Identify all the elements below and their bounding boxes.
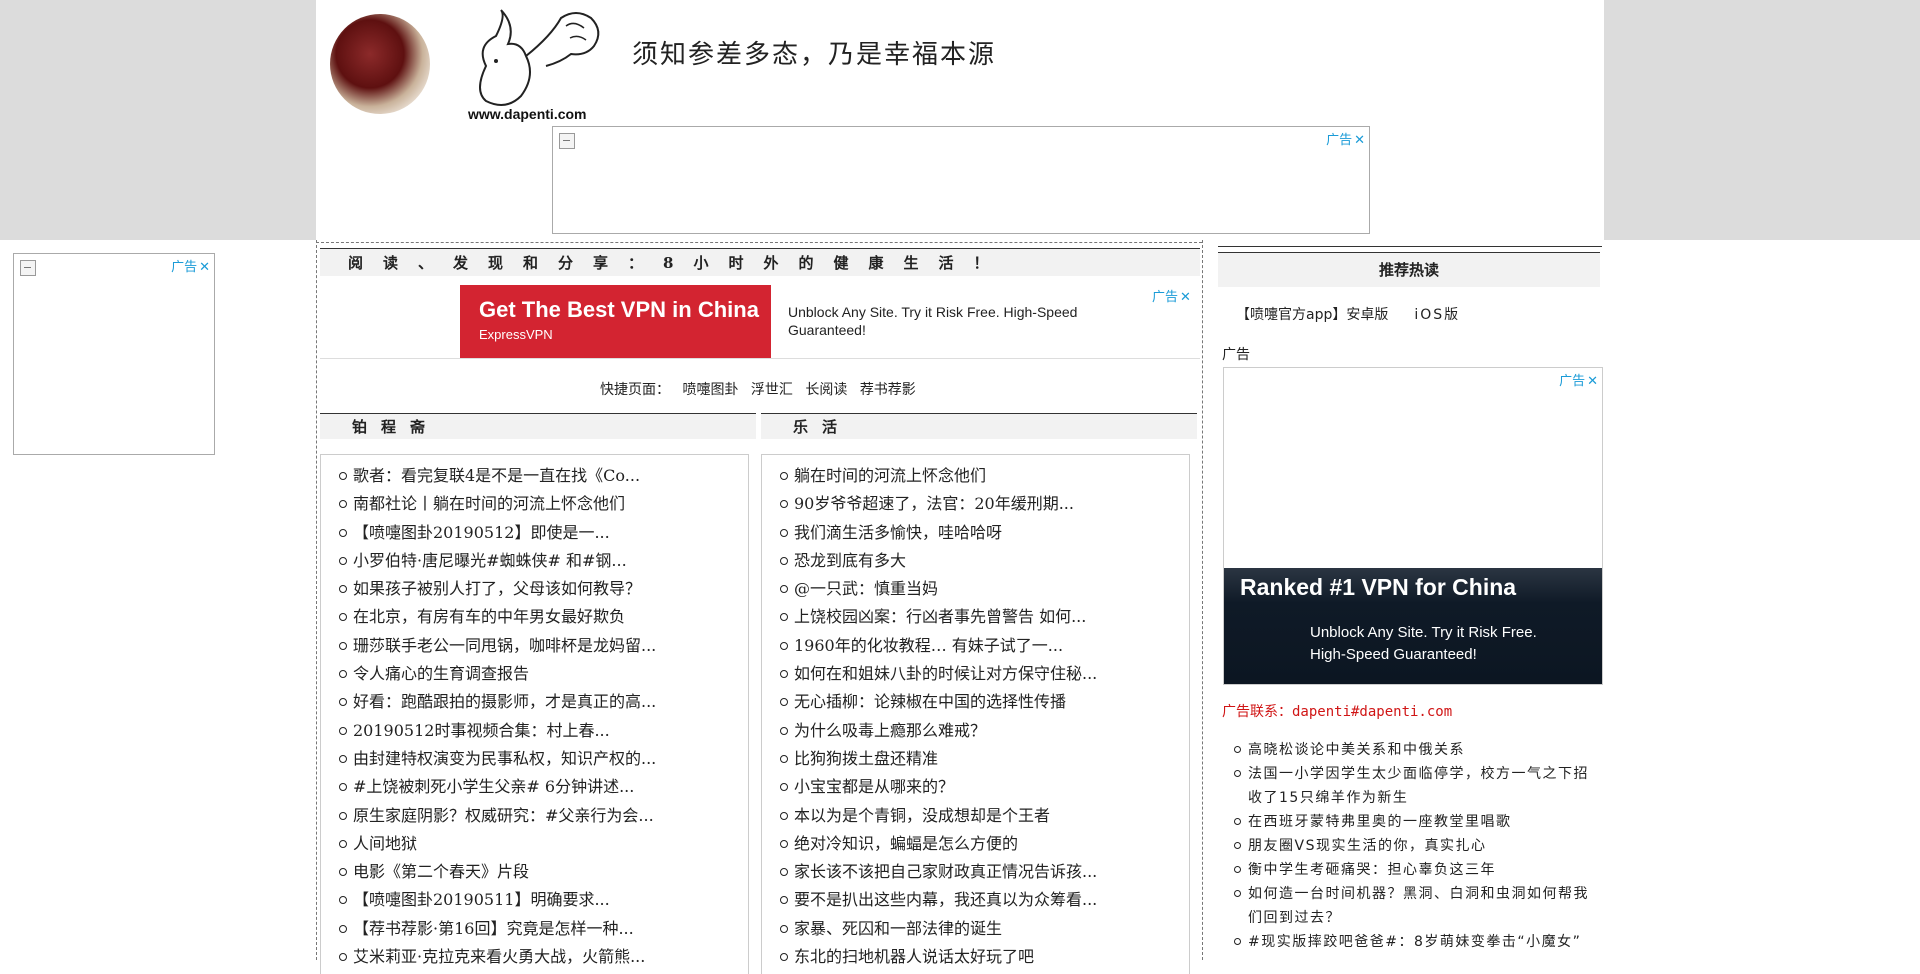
logo-teacup-image[interactable] xyxy=(330,14,430,114)
list-item[interactable]: 1960年的化妆教程… 有妹子试了一... xyxy=(778,632,1189,660)
ad-tag[interactable]: 广告 ✕ xyxy=(1326,129,1365,148)
right-article-list: 躺在时间的河流上怀念他们 90岁爷爷超速了，法官：20年缓刑期... 我们滴生活… xyxy=(761,454,1190,974)
ios-app-link[interactable]: iOS版 xyxy=(1414,307,1460,323)
list-item[interactable]: 人间地狱 xyxy=(337,830,748,858)
list-item[interactable]: 歌者：看完复联4是不是一直在找《Co... xyxy=(337,462,748,490)
list-item[interactable]: 电影《第二个春天》片段 xyxy=(337,858,748,886)
list-item[interactable]: 家暴、死囚和一部法律的诞生 xyxy=(778,915,1189,943)
site-slogan: 须知参差多态，乃是幸福本源 xyxy=(632,40,997,70)
quick-link-item[interactable]: 浮世汇 xyxy=(751,382,793,398)
ad-contact: 广告联系：dapenti#dapenti.com xyxy=(1222,704,1453,720)
list-item[interactable]: 高晓松谈论中美关系和中俄关系 xyxy=(1232,738,1598,762)
list-item[interactable]: 原生家庭阴影？权威研究：#父亲行为会... xyxy=(337,802,748,830)
quick-links: 快捷页面： 喷嚏图卦 浮世汇 长阅读 荐书荐影 xyxy=(600,379,924,399)
list-item[interactable]: 恐龙到底有多大 xyxy=(778,547,1189,575)
list-item[interactable]: 小罗伯特·唐尼曝光#蜘蛛侠# 和#钢... xyxy=(337,547,748,575)
vpn-headline[interactable]: Get The Best VPN in China xyxy=(479,297,771,323)
sidebar-top-line xyxy=(1218,246,1602,247)
list-item[interactable]: 如何在和姐妹八卦的时候让对方保守住秘... xyxy=(778,660,1189,688)
list-item[interactable]: 20190512时事视频合集：村上春... xyxy=(337,717,748,745)
close-icon[interactable]: ✕ xyxy=(1354,133,1365,148)
broken-image-icon xyxy=(20,260,36,276)
hot-reading-list: 高晓松谈论中美关系和中俄关系 法国一小学因学生太少面临停学，校方一气之下招收了1… xyxy=(1232,738,1598,954)
main-top-dashed-line xyxy=(316,242,1202,243)
list-item[interactable]: 珊莎联手老公一同甩锅，咖啡杯是龙妈留... xyxy=(337,632,748,660)
sidebar-ad-label: 广告 xyxy=(1222,347,1250,363)
section-header-left: 铂程斋 xyxy=(320,413,756,439)
close-icon[interactable]: ✕ xyxy=(199,260,210,275)
list-item[interactable]: 如果孩子被别人打了，父母该如何教导？ xyxy=(337,575,748,603)
vpn-ad-tag[interactable]: 广告 ✕ xyxy=(1152,286,1191,305)
list-item[interactable]: 在西班牙蒙特弗里奥的一座教堂里唱歌 xyxy=(1232,810,1598,834)
main-right-dashed-border xyxy=(1202,240,1203,960)
list-item[interactable]: 【荐书荐影·第16回】究竟是怎样一种... xyxy=(337,915,748,943)
list-item[interactable]: 要不是扒出这些内幕，我还真以为众筹看... xyxy=(778,886,1189,914)
list-item[interactable]: 比狗狗拨土盘还精准 xyxy=(778,745,1189,773)
left-side-ad-frame[interactable]: 广告 ✕ xyxy=(13,253,215,455)
android-app-link[interactable]: 【喷嚏官方app】安卓版 xyxy=(1236,307,1388,323)
list-item[interactable]: 家长该不该把自己家财政真正情况告诉孩... xyxy=(778,858,1189,886)
app-links: 【喷嚏官方app】安卓版 iOS版 xyxy=(1236,304,1460,324)
list-item[interactable]: 【喷嚏图卦20190512】即使是一... xyxy=(337,519,748,547)
vpn-banner-ad[interactable]: Get The Best VPN in China ExpressVPN xyxy=(460,285,771,358)
list-item[interactable]: 躺在时间的河流上怀念他们 xyxy=(778,462,1189,490)
broken-image-icon xyxy=(559,133,575,149)
site-header: www.dapenti.com 须知参差多态，乃是幸福本源 广告 ✕ xyxy=(316,0,1604,240)
quick-link-item[interactable]: 荐书荐影 xyxy=(860,382,916,398)
list-item[interactable]: 令人痛心的生育调查报告 xyxy=(337,660,748,688)
close-icon[interactable]: ✕ xyxy=(1587,374,1598,389)
ad-tag[interactable]: 广告 ✕ xyxy=(171,256,210,275)
vpn-divider xyxy=(320,358,1200,359)
list-item[interactable]: 南都社论丨躺在时间的河流上怀念他们 xyxy=(337,490,748,518)
left-article-list: 歌者：看完复联4是不是一直在找《Co... 南都社论丨躺在时间的河流上怀念他们 … xyxy=(320,454,749,974)
sidebar-vpn-ad[interactable]: 广告 ✕ Ranked #1 VPN for China Unblock Any … xyxy=(1223,367,1603,685)
page-left-dashed-border xyxy=(316,240,317,960)
quick-links-label: 快捷页面： xyxy=(600,382,670,398)
list-item[interactable]: 在北京，有房有车的中年男女最好欺负 xyxy=(337,603,748,631)
list-item[interactable]: 我们滴生活多愉快，哇哈哈呀 xyxy=(778,519,1189,547)
list-item[interactable]: 东北的扫地机器人说话太好玩了吧 xyxy=(778,943,1189,971)
tagline-banner: 阅读、发现和分享：8小时外的健康生活！ xyxy=(320,248,1200,276)
logo-rabbit-icon[interactable] xyxy=(466,6,606,118)
list-item[interactable]: 朋友圈VS现实生活的你，真实扎心 xyxy=(1232,834,1598,858)
section-header-right: 乐活 xyxy=(761,413,1197,439)
list-item[interactable]: @一只武：慎重当妈 xyxy=(778,575,1189,603)
vpn-brand: ExpressVPN xyxy=(479,327,553,342)
logo-url[interactable]: www.dapenti.com xyxy=(468,106,587,122)
ad-tag[interactable]: 广告 ✕ xyxy=(1559,370,1598,389)
list-item[interactable]: 法国一小学因学生太少面临停学，校方一气之下招收了15只绵羊作为新生 xyxy=(1232,762,1598,810)
sidebar-title: 推荐热读 xyxy=(1218,252,1600,287)
list-item[interactable]: 90岁爷爷超速了，法官：20年缓刑期... xyxy=(778,490,1189,518)
list-item[interactable]: 为什么吸毒上瘾那么难戒？ xyxy=(778,717,1189,745)
sidebar-vpn-body[interactable]: Unblock Any Site. Try it Risk Free. High… xyxy=(1310,622,1560,666)
list-item[interactable]: 由封建特权演变为民事私权，知识产权的... xyxy=(337,745,748,773)
list-item[interactable]: #上饶被刺死小学生父亲# 6分钟讲述... xyxy=(337,773,748,801)
quick-link-item[interactable]: 长阅读 xyxy=(805,382,847,398)
list-item[interactable]: 艾米莉亚·克拉克来看火勇大战，火箭熊... xyxy=(337,943,748,971)
list-item[interactable]: 如何造一台时间机器？黑洞、白洞和虫洞如何帮我们回到过去？ xyxy=(1232,882,1598,930)
list-item[interactable]: 好看：跑酷跟拍的摄影师，才是真正的高... xyxy=(337,688,748,716)
list-item[interactable]: 衡中学生考砸痛哭：担心辜负这三年 xyxy=(1232,858,1598,882)
list-item[interactable]: 无心插柳：论辣椒在中国的选择性传播 xyxy=(778,688,1189,716)
list-item[interactable]: 上饶校园凶案：行凶者事先曾警告 如何... xyxy=(778,603,1189,631)
quick-link-item[interactable]: 喷嚏图卦 xyxy=(682,382,738,398)
sidebar-vpn-headline[interactable]: Ranked #1 VPN for China xyxy=(1240,574,1516,601)
list-item[interactable]: 【喷嚏图卦20190511】明确要求... xyxy=(337,886,748,914)
header-ad-frame[interactable]: 广告 ✕ xyxy=(552,126,1370,234)
list-item[interactable]: 绝对冷知识，蝙蝠是怎么方便的 xyxy=(778,830,1189,858)
vpn-banner-text[interactable]: Unblock Any Site. Try it Risk Free. High… xyxy=(788,303,1128,339)
close-icon[interactable]: ✕ xyxy=(1180,290,1191,305)
list-item[interactable]: 本以为是个青铜，没成想却是个王者 xyxy=(778,802,1189,830)
list-item[interactable]: #现实版摔跤吧爸爸#：8岁萌妹变拳击“小魔女” xyxy=(1232,930,1598,954)
list-item[interactable]: 小宝宝都是从哪来的？ xyxy=(778,773,1189,801)
